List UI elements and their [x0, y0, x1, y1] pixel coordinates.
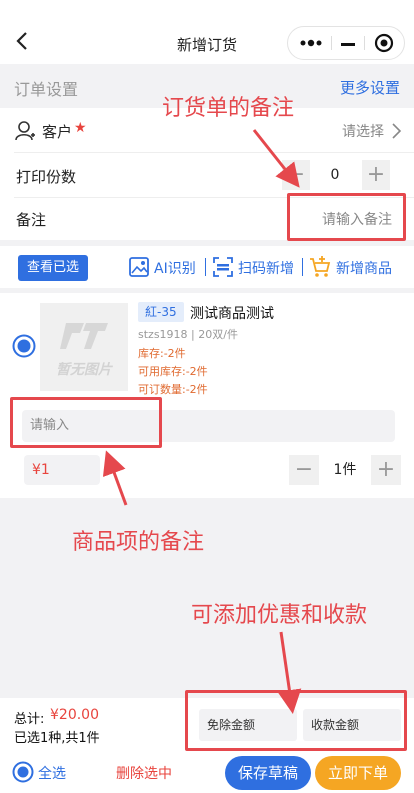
- annotation-arrows: [102, 129, 302, 714]
